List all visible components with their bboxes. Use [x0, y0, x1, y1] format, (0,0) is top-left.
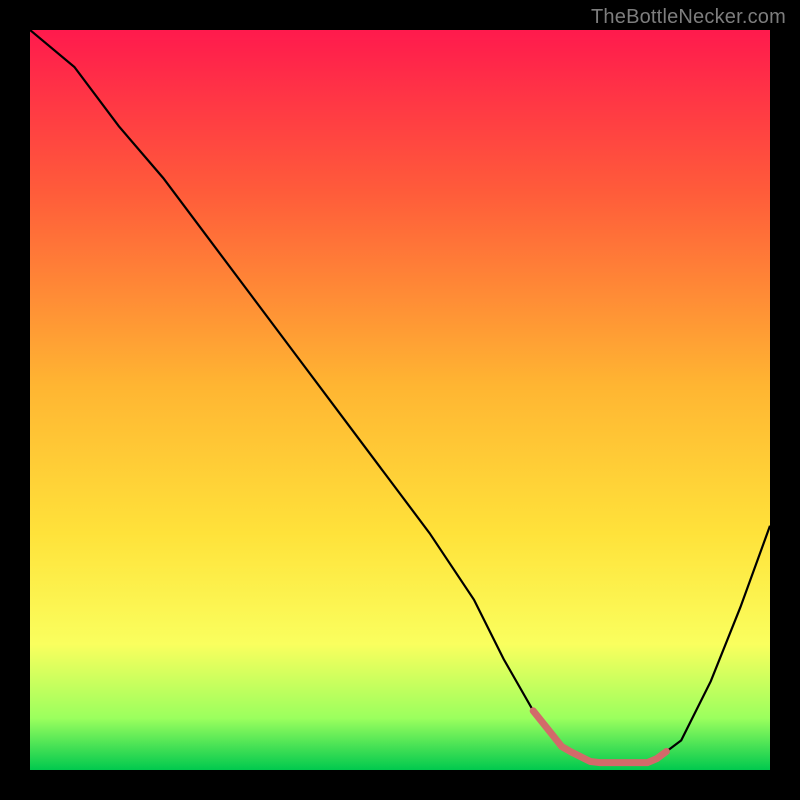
- chart-plot-area: [30, 30, 770, 770]
- gradient-background: [30, 30, 770, 770]
- attribution-text: TheBottleNecker.com: [591, 6, 786, 29]
- bottleneck-chart: [30, 30, 770, 770]
